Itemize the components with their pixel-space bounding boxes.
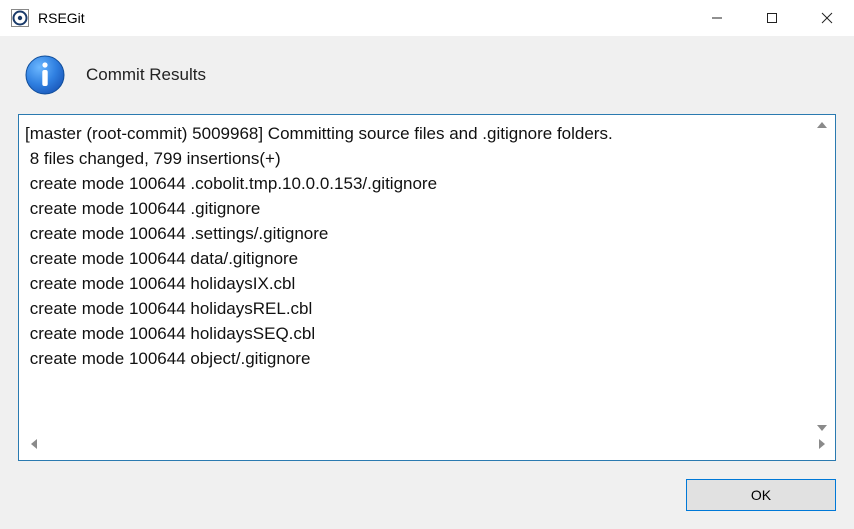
dialog-title: Commit Results [86, 65, 206, 85]
info-icon [24, 54, 66, 96]
horizontal-scrollbar[interactable] [25, 436, 831, 454]
dialog-header: Commit Results [24, 54, 836, 96]
scroll-up-icon[interactable] [817, 121, 827, 131]
vertical-scrollbar[interactable] [813, 121, 831, 434]
window-title: RSEGit [38, 10, 689, 26]
scroll-right-icon[interactable] [819, 439, 825, 452]
scroll-left-icon[interactable] [31, 439, 37, 452]
maximize-button[interactable] [744, 0, 799, 36]
commit-output-box: [master (root-commit) 5009968] Committin… [18, 114, 836, 461]
minimize-button[interactable] [689, 0, 744, 36]
commit-output-text[interactable]: [master (root-commit) 5009968] Committin… [25, 121, 813, 434]
titlebar: RSEGit [0, 0, 854, 36]
button-row: OK [18, 479, 836, 511]
scroll-down-icon[interactable] [817, 424, 827, 434]
ok-button[interactable]: OK [686, 479, 836, 511]
dialog-content: Commit Results [master (root-commit) 500… [0, 36, 854, 529]
close-button[interactable] [799, 0, 854, 36]
app-icon [10, 8, 30, 28]
